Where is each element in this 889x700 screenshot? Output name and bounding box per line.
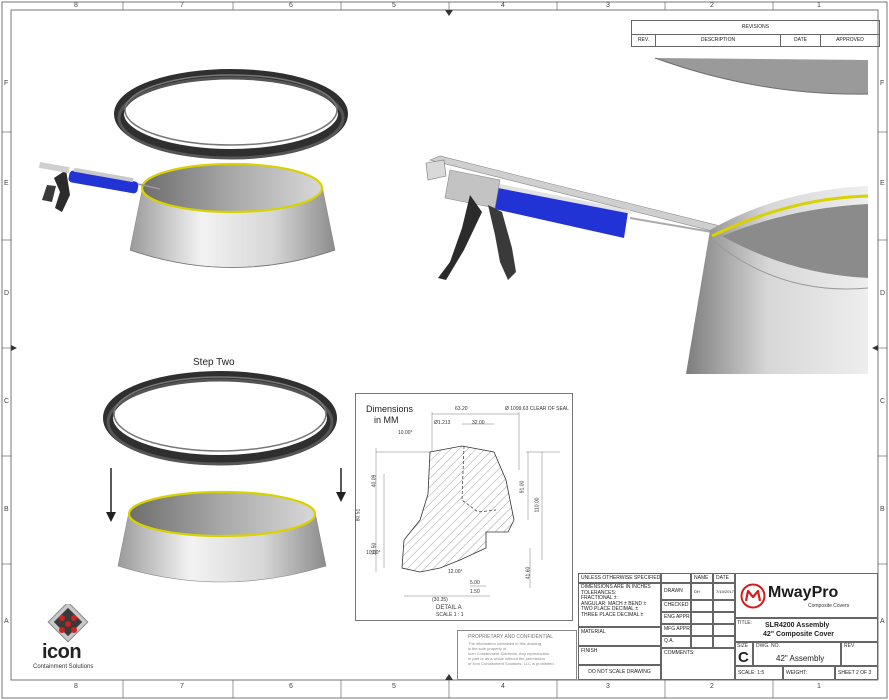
- signoff-drawn-label: DRAWN: [661, 583, 691, 600]
- drawing-sheet: 8 7 6 5 4 3 2 1 8 7 6 5 4 3 2 1 F E D C …: [0, 0, 889, 700]
- signoff-checked-name: [691, 600, 713, 612]
- dim-14: 1.50: [470, 589, 480, 595]
- dim-7: 80.51: [355, 508, 362, 522]
- signoff-comments: COMMENTS:: [661, 648, 735, 680]
- detail-label: DETAIL A: [436, 605, 462, 611]
- proprietary-title: PROPRIETARY AND CONFIDENTIAL: [468, 634, 554, 640]
- signoff-eng-label: ENG APPR.: [661, 612, 691, 624]
- signoff-mfg-name: [691, 624, 713, 636]
- dim-2: Ø 1099.63 CLEAR OF SEAL: [505, 406, 569, 412]
- signoff-blank: [661, 573, 691, 583]
- signoff-drawn-name: DH: [691, 583, 713, 600]
- dim-6: 40.09: [371, 474, 378, 488]
- dim-12: 12.00°: [448, 569, 463, 575]
- notes-line-6: THREE PLACE DECIMAL ±: [581, 611, 644, 618]
- signoff-qa-name: [691, 636, 713, 648]
- signoff-checked-date: [713, 600, 735, 612]
- signoff-mfg-date: [713, 624, 735, 636]
- signoff-drawn-date: 7/19/2017: [713, 583, 735, 600]
- notes-unless: UNLESS OTHERWISE SPECIFIED:: [578, 573, 661, 583]
- signoff-qa-date: [713, 636, 735, 648]
- signoff-mfg-label: MFG APPR.: [661, 624, 691, 636]
- notes-tolerances: DIMENSIONS ARE IN INCHES TOLERANCES: FRA…: [578, 583, 661, 627]
- dim-9: 10.00°: [366, 550, 381, 556]
- title-line-2: 42" Composite Cover: [763, 631, 835, 638]
- scale-cell: SCALE: 1:5: [735, 666, 783, 680]
- notes-finish: FINISH: [578, 646, 661, 665]
- brand-name: MwayPro: [768, 584, 839, 601]
- weight-cell: WEIGHT:: [783, 666, 835, 680]
- signoff-checked-label: CHECKED: [661, 600, 691, 612]
- title-line-1: SLR4200 Assembly: [765, 622, 830, 629]
- signoff-name-header: NAME: [691, 573, 713, 583]
- notes-material: MATERIAL: [578, 627, 661, 646]
- dwg-label: DWG. NO.: [756, 643, 780, 649]
- brand-sub: Composite Covers: [808, 603, 850, 609]
- dim-10: 91.00: [519, 480, 526, 494]
- icon-logo-sub: Containment Solutions: [33, 664, 94, 670]
- dim-1: 63.20: [455, 406, 468, 412]
- dim-5: 10.00°: [398, 430, 413, 436]
- signoff-date-header: DATE: [713, 573, 735, 583]
- dim-16: 41.60: [525, 566, 532, 580]
- icon-logo-name: icon: [42, 641, 82, 663]
- dwg-value: 42" Assembly: [776, 654, 825, 663]
- dim-11: 110.00: [534, 497, 541, 513]
- mwaypro-logo-icon: [740, 583, 766, 609]
- dim-13: 5.00: [470, 580, 480, 586]
- sheet-cell: SHEET 2 OF 3: [835, 666, 878, 680]
- signoff-eng-name: [691, 612, 713, 624]
- dim-4: 32.00: [472, 420, 485, 426]
- detail-scale: SCALE 1 : 1: [436, 612, 464, 618]
- notes-do-not-scale: DO NOT SCALE DRAWING: [578, 665, 661, 680]
- size-value: C: [738, 649, 749, 666]
- signoff-qa-label: Q.A.: [661, 636, 691, 648]
- dim-3: Ø1.213: [434, 420, 451, 426]
- proprietary-line-5: of Icon Containment Solutions, LLC is pr…: [468, 661, 555, 666]
- title-label: TITLE:: [737, 620, 753, 626]
- rev-label: REV: [844, 643, 855, 649]
- signoff-eng-date: [713, 612, 735, 624]
- dim-15: (30.35): [432, 597, 448, 603]
